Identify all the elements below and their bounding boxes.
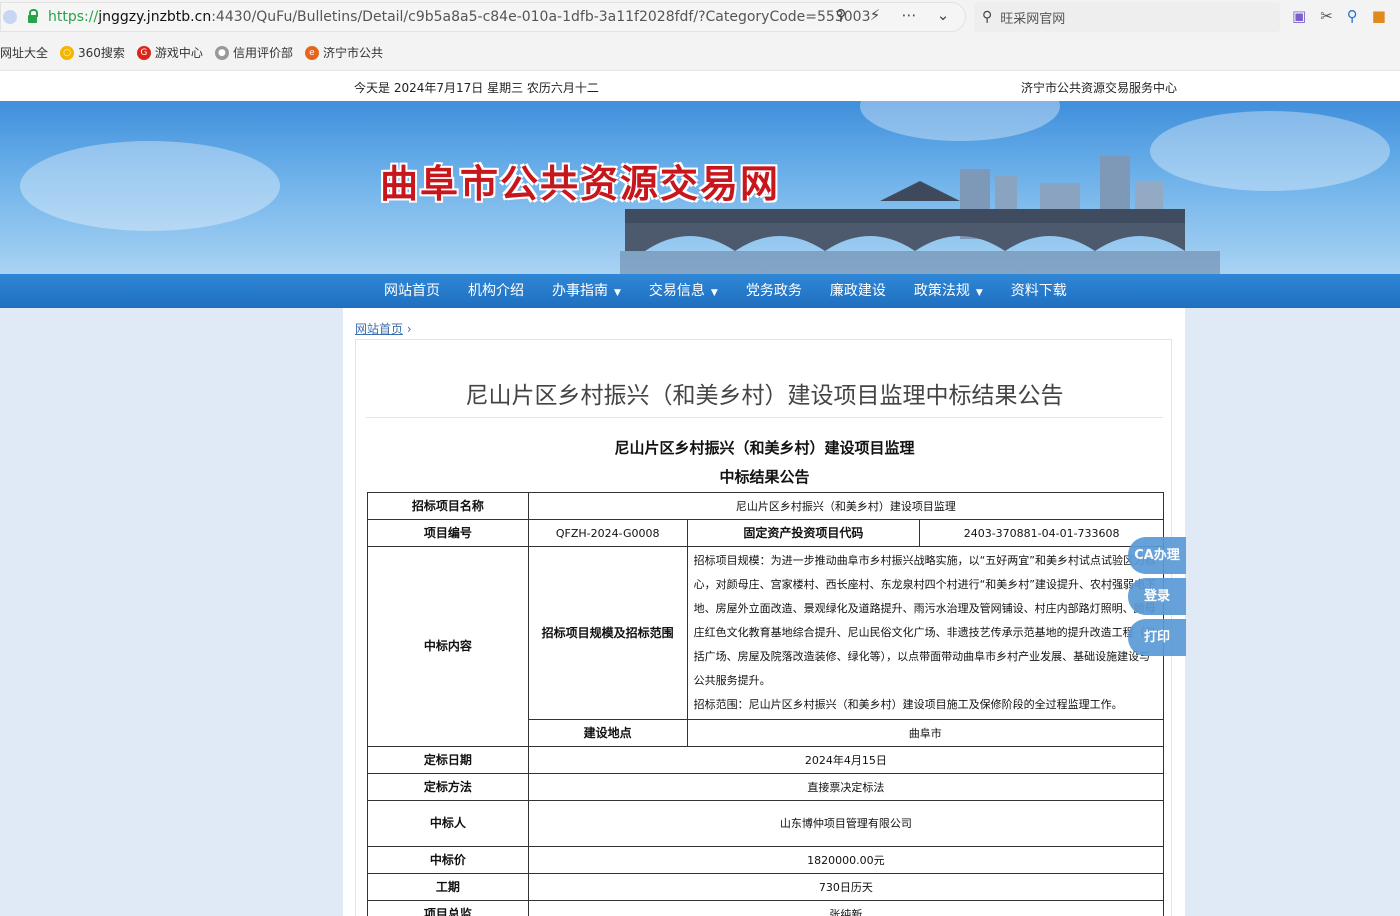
supervisor-value: 张纯新 [527,900,1165,916]
duration-label: 工期 [367,873,529,901]
breadcrumb-separator: › [406,322,412,336]
dropdown-caret-icon: ▼ [975,288,983,298]
table-row: 项目编号 QFZH-2024-G0008 固定资产投资项目代码 2403-370… [367,519,1164,547]
site-banner: 曲阜市公共资源交易网 [0,101,1400,274]
breadcrumb: 网站首页 › [355,320,412,337]
location-label: 建设地点 [527,719,688,747]
method-value: 直接票决定标法 [527,773,1165,801]
nav-item-party[interactable]: 党务政务 [732,274,816,308]
supervisor-label: 项目总监 [367,900,529,916]
announcement-heading: 尼山片区乡村振兴（和美乡村）建设项目监理 [614,439,915,457]
main-nav: 网站首页 机构介绍 办事指南 ▼ 交易信息 ▼ 党务政务 廉政建设 政策法规 ▼ 资料… [0,274,1400,308]
center-name[interactable]: 济宁市公共资源交易服务中心 [1021,79,1177,96]
project-name-value: 尼山片区乡村振兴（和美乡村）建设项目监理 [527,492,1165,520]
lock-icon[interactable] [28,9,38,23]
project-no-label: 项目编号 [367,519,529,547]
nav-item-policy[interactable]: 政策法规 ▼ [900,274,997,308]
jining-icon: e [304,45,319,60]
table-row: 定标方法 直接票决定标法 [367,773,1165,801]
login-button[interactable]: 登录 [1128,578,1186,615]
credit-icon: ● [214,45,229,60]
method-label: 定标方法 [367,773,529,801]
project-no-value: QFZH-2024-G0008 [527,519,688,547]
breadcrumb-home[interactable]: 网站首页 [355,322,403,336]
site-title: 曲阜市公共资源交易网 [380,161,781,206]
bookmark-item[interactable]: ● 信用评价部 [214,44,293,61]
game-icon: G [136,45,151,60]
search-box[interactable]: ⚲ 旺采网官网 [974,2,1280,32]
project-name-label: 招标项目名称 [367,492,529,520]
scissors-icon[interactable]: ✂ [1320,7,1333,25]
bookmark-item[interactable]: G 游戏中心 [136,44,203,61]
nav-item-guide[interactable]: 办事指南 ▼ [538,274,635,308]
url-text[interactable]: https://jnggzy.jnzbtb.cn:4430/QuFu/Bulle… [48,9,870,25]
bookmarks-bar: 网址大全 ○ 360搜索 G 游戏中心 ● 信用评价部 e 济宁市公共 [0,36,1400,69]
nav-item-about[interactable]: 机构介绍 [454,274,538,308]
location-value: 曲阜市 [686,719,1165,747]
winner-label: 中标人 [367,800,529,847]
invest-code-label: 固定资产投资项目代码 [686,519,921,547]
magnifier-icon[interactable]: ⚲ [1347,7,1358,25]
article-panel: 尼山片区乡村振兴（和美乡村）建设项目监理中标结果公告 尼山片区乡村振兴（和美乡村… [355,339,1172,916]
table-row: 招标项目名称 尼山片区乡村振兴（和美乡村）建设项目监理 [367,492,1165,520]
search-icon: ⚲ [982,9,993,25]
translate-icon[interactable]: ▣ [1292,7,1306,25]
nav-item-trade[interactable]: 交易信息 ▼ [635,274,732,308]
zoom-icon[interactable]: ⚲ [829,6,853,24]
chevron-down-icon[interactable]: ⌄ [931,6,955,24]
bookmark-item[interactable]: 网址大全 [0,44,48,61]
date-value: 2024年4月15日 [527,746,1165,774]
address-bar[interactable]: https://jnggzy.jnzbtb.cn:4430/QuFu/Bulle… [0,2,966,32]
bookmark-item[interactable]: e 济宁市公共 [304,44,383,61]
result-table: 招标项目名称 尼山片区乡村振兴（和美乡村）建设项目监理 项目编号 QFZH-20… [367,492,1165,916]
site-topbar: 今天是 2024年7月17日 星期三 农历六月十二 济宁市公共资源交易服务中心 [0,70,1400,101]
nav-item-home[interactable]: 网站首页 [370,274,454,308]
title-divider [366,417,1163,418]
browser-chrome: https://jnggzy.jnzbtb.cn:4430/QuFu/Bulle… [0,0,1400,70]
winner-value: 山东博仲项目管理有限公司 [527,800,1165,847]
table-row: 定标日期 2024年4月15日 [367,746,1165,774]
bookmark-item[interactable]: ○ 360搜索 [60,44,125,61]
table-row: 中标人 山东博仲项目管理有限公司 [367,800,1165,847]
table-row: 项目总监 张纯新 [367,900,1165,916]
announcement-subheading: 中标结果公告 [719,468,810,486]
price-value: 1820000.00元 [527,846,1165,874]
nav-item-integrity[interactable]: 廉政建设 [816,274,900,308]
scale-text: 招标项目规模：为进一步推动曲阜市乡村振兴战略实施，以“五好两宜”和美乡村试点试验… [693,554,1156,687]
more-icon[interactable]: ⋯ [897,6,921,24]
scope-description: 招标项目规模：为进一步推动曲阜市乡村振兴战略实施，以“五好两宜”和美乡村试点试验… [686,546,1165,720]
print-button[interactable]: 打印 [1128,619,1186,656]
dropdown-caret-icon: ▼ [710,288,718,298]
site-globe-icon [3,10,17,24]
scope-label: 招标项目规模及招标范围 [527,546,688,720]
dropdown-caret-icon: ▼ [614,288,621,298]
lightning-icon[interactable]: ⚡ [863,6,887,24]
range-text: 招标范围：尼山片区乡村振兴（和美乡村）建设项目施工及保修阶段的全过程监理工作。 [693,698,1123,711]
extension-icon[interactable]: ■ [1372,7,1386,25]
360-icon: ○ [60,45,75,60]
price-label: 中标价 [367,846,529,874]
table-row: 中标价 1820000.00元 [367,846,1165,874]
search-input[interactable]: 旺采网官网 [1000,8,1065,27]
ca-button[interactable]: CA办理 [1128,537,1186,574]
duration-value: 730日历天 [527,873,1165,901]
table-row: 中标内容 招标项目规模及招标范围 招标项目规模：为进一步推动曲阜市乡村振兴战略实… [367,546,1165,747]
date-text: 今天是 2024年7月17日 星期三 农历六月十二 [354,81,599,95]
content-label: 中标内容 [367,546,529,747]
invest-code-value: 2403-370881-04-01-733608 [919,519,1164,547]
main-content: 网站首页 › 尼山片区乡村振兴（和美乡村）建设项目监理中标结果公告 尼山片区乡村… [343,308,1185,916]
table-row: 工期 730日历天 [367,873,1165,901]
nav-item-download[interactable]: 资料下载 [997,274,1081,308]
page-title: 尼山片区乡村振兴（和美乡村）建设项目监理中标结果公告 [465,383,1064,409]
date-label: 定标日期 [367,746,529,774]
